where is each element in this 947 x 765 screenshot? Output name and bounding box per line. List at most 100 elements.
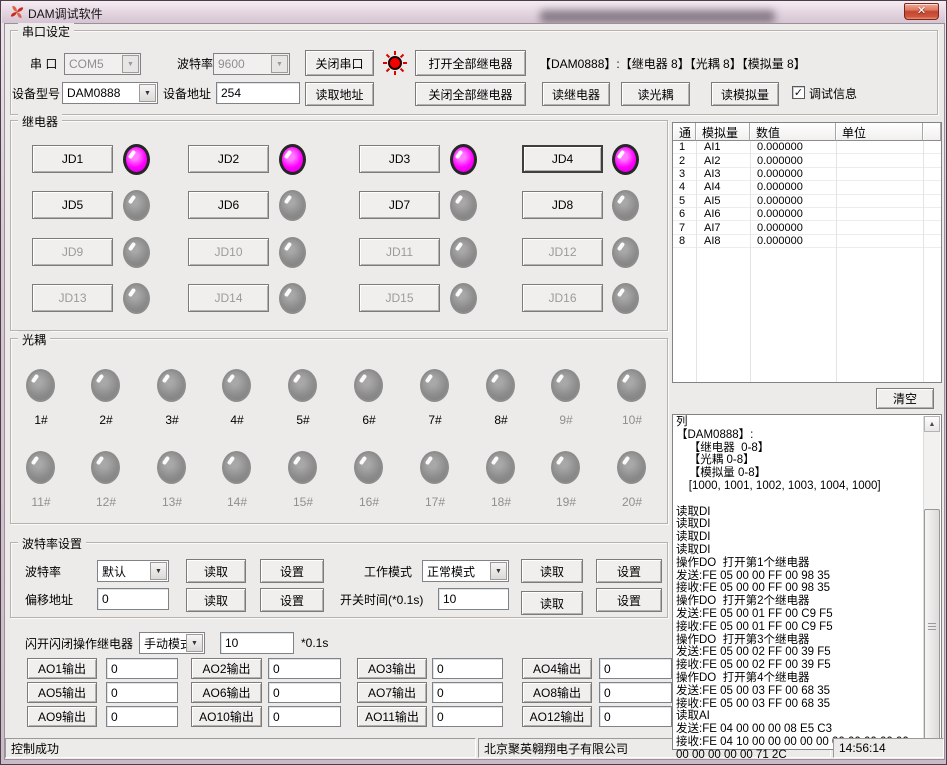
offset-read-button[interactable]: 读取: [186, 588, 246, 612]
opto-label-11: 11#: [16, 491, 66, 513]
scrollbar-thumb[interactable]: [924, 509, 940, 745]
ao1-output-button[interactable]: AO1输出: [27, 658, 97, 679]
ao4-output-button[interactable]: AO4输出: [522, 658, 592, 679]
opto-label-13: 13#: [147, 491, 197, 513]
chevron-down-icon[interactable]: ▼: [150, 562, 167, 580]
ao9-output-input[interactable]: 0: [106, 706, 178, 727]
table-row[interactable]: 5 AI5 0.000000: [673, 195, 941, 208]
ao10-output-input[interactable]: 0: [268, 706, 341, 727]
chevron-down-icon[interactable]: ▼: [490, 562, 507, 580]
close-icon: ✕: [917, 6, 926, 17]
header-cell[interactable]: 模拟量: [696, 123, 750, 141]
read-opto-button[interactable]: 读光耦: [621, 82, 690, 106]
opto-led-15: [288, 451, 317, 484]
chevron-down-icon[interactable]: ▼: [271, 55, 288, 73]
log-scrollbar[interactable]: ▲: [923, 416, 940, 748]
ao6-output-button[interactable]: AO6输出: [191, 682, 262, 703]
table-row[interactable]: 6 AI6 0.000000: [673, 208, 941, 221]
switchtime-set-button[interactable]: 设置: [596, 588, 662, 612]
relay-led-jd5: [123, 190, 150, 221]
opto-led-3: [157, 369, 186, 402]
relay-button-jd7[interactable]: JD7: [359, 191, 440, 219]
ao7-output-input[interactable]: 0: [432, 682, 503, 703]
ao12-output-input[interactable]: 0: [599, 706, 672, 727]
ao11-output-input[interactable]: 0: [432, 706, 503, 727]
close-all-relays-button[interactable]: 关闭全部继电器: [415, 82, 526, 106]
ao1-output-input[interactable]: 0: [106, 658, 178, 679]
opto-label-10: 10#: [607, 409, 657, 431]
clear-log-button[interactable]: 清空: [876, 388, 934, 409]
title-bar[interactable]: DAM调试软件 ✕: [2, 1, 945, 23]
ao5-output-input[interactable]: 0: [106, 682, 178, 703]
chevron-down-icon[interactable]: ▼: [122, 55, 139, 73]
flash-mode-combo[interactable]: 手动模式 ▼: [139, 632, 205, 654]
ao11-output-button[interactable]: AO11输出: [357, 706, 427, 727]
relay-button-jd5[interactable]: JD5: [32, 191, 113, 219]
read-relay-button[interactable]: 读继电器: [542, 82, 610, 106]
read-analog-button[interactable]: 读模拟量: [711, 82, 779, 106]
ao8-output-input[interactable]: 0: [599, 682, 672, 703]
baud-settings-title: 波特率设置: [18, 535, 86, 552]
ao6-output-input[interactable]: 0: [268, 682, 341, 703]
open-all-relays-button[interactable]: 打开全部继电器: [415, 50, 526, 76]
ao9-output-button[interactable]: AO9输出: [27, 706, 97, 727]
baud-combo[interactable]: 9600 ▼: [213, 53, 290, 75]
header-cell[interactable]: 单位: [836, 123, 923, 141]
baud-rate-combo[interactable]: 默认 ▼: [97, 560, 169, 582]
chevron-down-icon[interactable]: ▼: [139, 84, 156, 102]
ao7-output-button[interactable]: AO7输出: [357, 682, 427, 703]
ao12-output-button[interactable]: AO12输出: [522, 706, 592, 727]
ao4-output-input[interactable]: 0: [599, 658, 672, 679]
relay-button-jd1[interactable]: JD1: [32, 145, 113, 173]
relay-button-jd2[interactable]: JD2: [188, 145, 269, 173]
header-cell[interactable]: 通: [673, 123, 696, 141]
offset-address-input[interactable]: 0: [97, 588, 169, 610]
header-cell[interactable]: 数值: [750, 123, 836, 141]
workmode-set-button[interactable]: 设置: [596, 559, 662, 583]
ao5-output-button[interactable]: AO5输出: [27, 682, 97, 703]
opto-led-9: [551, 369, 580, 402]
table-row[interactable]: 8 AI8 0.000000: [673, 235, 941, 248]
read-address-button[interactable]: 读取地址: [305, 82, 374, 106]
table-row[interactable]: 7 AI7 0.000000: [673, 221, 941, 234]
port-label: 串 口: [30, 52, 57, 74]
relay-button-jd4[interactable]: JD4: [522, 145, 603, 173]
scroll-up-icon: ▲: [929, 421, 936, 428]
flash-time-input[interactable]: 10: [220, 632, 294, 654]
scroll-up-button[interactable]: ▲: [924, 416, 940, 432]
ao2-output-input[interactable]: 0: [268, 658, 341, 679]
debug-info-checkbox[interactable]: ✓: [792, 86, 805, 99]
offset-set-button[interactable]: 设置: [260, 588, 324, 612]
ao10-output-button[interactable]: AO10输出: [191, 706, 262, 727]
chevron-down-icon[interactable]: ▼: [186, 634, 203, 652]
ao3-output-input[interactable]: 0: [432, 658, 503, 679]
switchtime-read-button[interactable]: 读取: [521, 591, 583, 615]
relay-led-jd14: [279, 283, 306, 314]
baud-set-button[interactable]: 设置: [260, 559, 324, 583]
opto-label-15: 15#: [278, 491, 328, 513]
log-output[interactable]: 列 【DAM0888】: 【继电器 0-8】 【光耦 0-8】 【模拟量 0-8…: [673, 415, 921, 763]
work-mode-combo[interactable]: 正常模式 ▼: [422, 560, 509, 582]
relay-button-jd3[interactable]: JD3: [359, 145, 440, 173]
relay-button-jd8[interactable]: JD8: [522, 191, 603, 219]
table-row[interactable]: 4 AI4 0.000000: [673, 181, 941, 194]
device-address-input[interactable]: 254: [216, 82, 300, 104]
log-panel[interactable]: 列 【DAM0888】: 【继电器 0-8】 【光耦 0-8】 【模拟量 0-8…: [672, 414, 942, 750]
flash-time-unit-label: *0.1s: [301, 632, 328, 654]
model-combo[interactable]: DAM0888 ▼: [62, 82, 158, 104]
port-combo[interactable]: COM5 ▼: [64, 53, 141, 75]
table-row[interactable]: 2 AI2 0.000000: [673, 154, 941, 167]
header-cell[interactable]: [923, 123, 941, 141]
close-serial-button[interactable]: 关闭串口: [305, 50, 374, 76]
ao2-output-button[interactable]: AO2输出: [191, 658, 262, 679]
workmode-read-button[interactable]: 读取: [521, 559, 583, 583]
ao8-output-button[interactable]: AO8输出: [522, 682, 592, 703]
relay-button-jd6[interactable]: JD6: [188, 191, 269, 219]
close-button[interactable]: ✕: [904, 3, 939, 20]
table-row[interactable]: 3 AI3 0.000000: [673, 168, 941, 181]
baud-read-button[interactable]: 读取: [186, 559, 246, 583]
switch-time-input[interactable]: 10: [438, 588, 509, 610]
relay-led-jd8: [612, 190, 639, 221]
ao3-output-button[interactable]: AO3输出: [357, 658, 427, 679]
table-row[interactable]: 1 AI1 0.000000: [673, 141, 941, 154]
